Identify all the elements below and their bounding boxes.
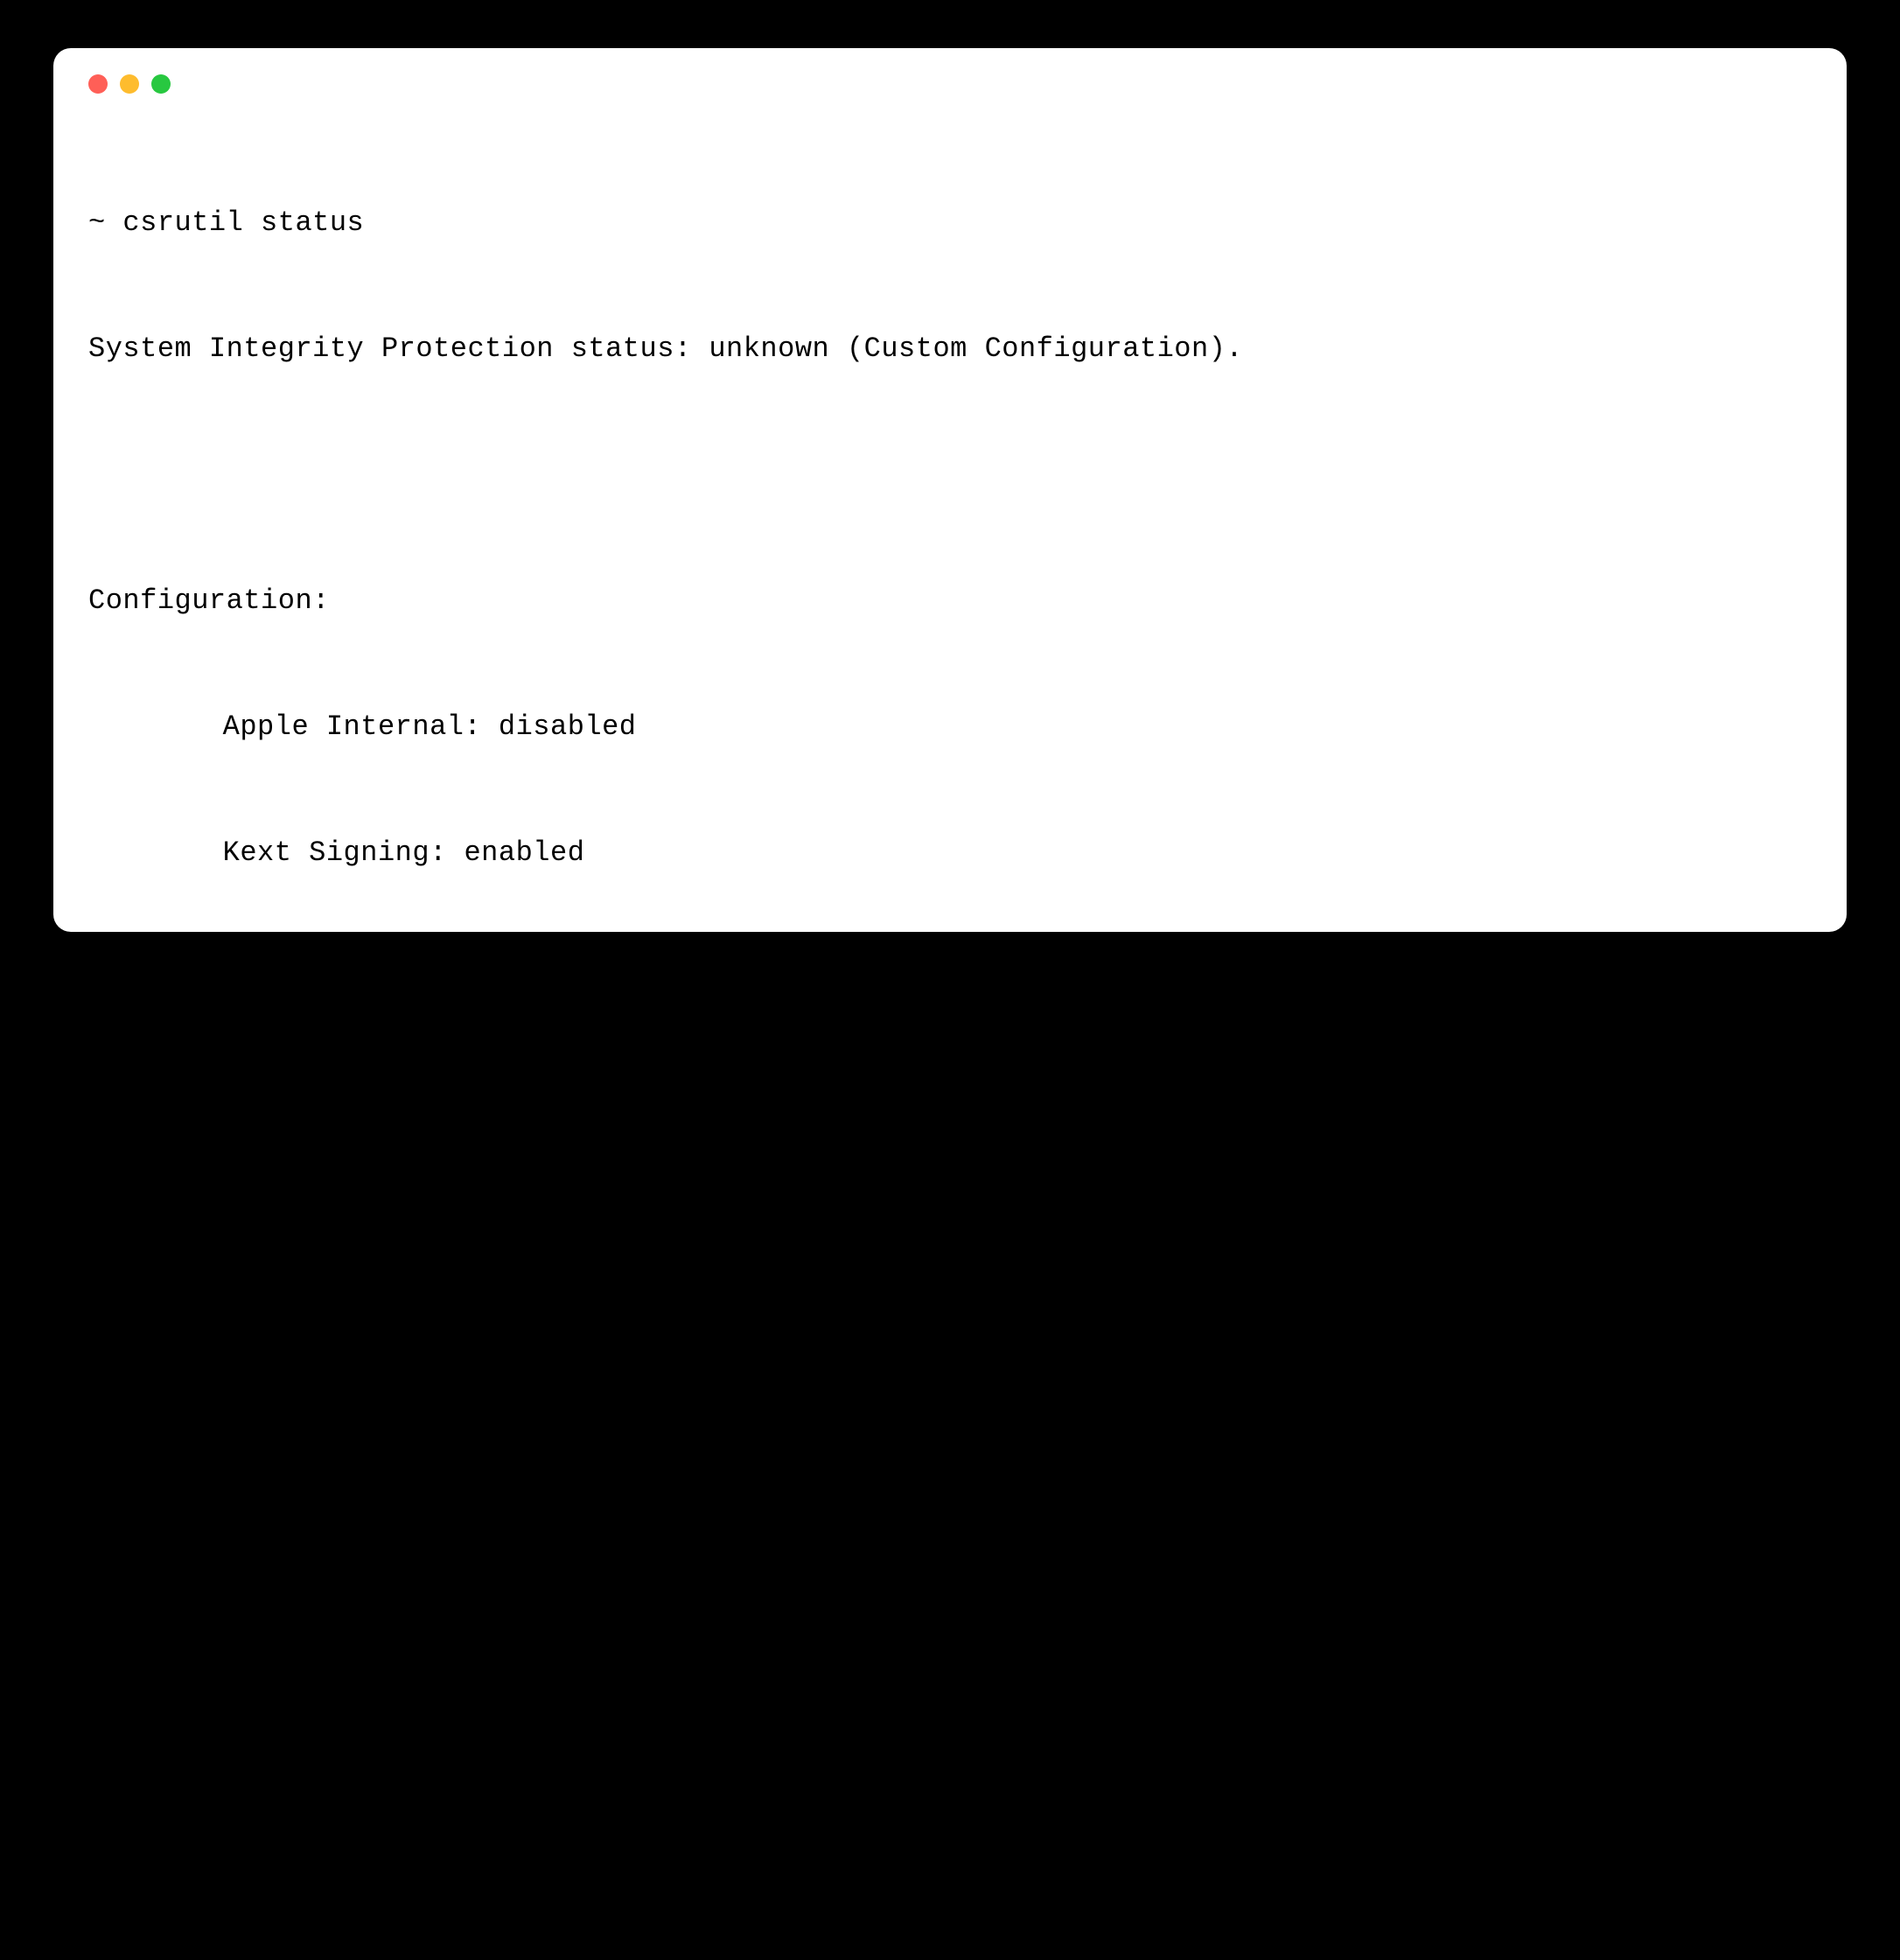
status-line: System Integrity Protection status: unkn… bbox=[88, 328, 1812, 370]
blank-line bbox=[88, 454, 1812, 496]
config-item: Kext Signing: enabled bbox=[88, 832, 1812, 874]
config-item: Filesystem Protections: disabled bbox=[88, 958, 1812, 1000]
config-item: Debugging Restrictions: disabled bbox=[88, 1084, 1812, 1126]
blank-line bbox=[88, 1882, 1812, 1924]
prompt: ~ bbox=[88, 202, 122, 244]
blank-line bbox=[88, 1588, 1812, 1630]
command-line: ~ csrutil status bbox=[88, 202, 1812, 244]
config-item: Apple Internal: disabled bbox=[88, 706, 1812, 748]
minimize-icon[interactable] bbox=[120, 74, 139, 94]
maximize-icon[interactable] bbox=[151, 74, 171, 94]
config-item: DTrace Restrictions: enabled bbox=[88, 1210, 1812, 1252]
config-item: BaseSystem Verification: enabled bbox=[88, 1462, 1812, 1504]
command-text: csrutil status bbox=[122, 202, 364, 244]
terminal-window[interactable]: ~ csrutil status System Integrity Protec… bbox=[53, 48, 1847, 932]
window-controls bbox=[88, 74, 1812, 94]
terminal-output[interactable]: ~ csrutil status System Integrity Protec… bbox=[88, 118, 1812, 1960]
config-header: Configuration: bbox=[88, 580, 1812, 622]
close-icon[interactable] bbox=[88, 74, 108, 94]
warning-text: This is an unsupported configuration, li… bbox=[88, 1714, 1812, 1798]
config-item: NVRAM Protections: enabled bbox=[88, 1336, 1812, 1378]
